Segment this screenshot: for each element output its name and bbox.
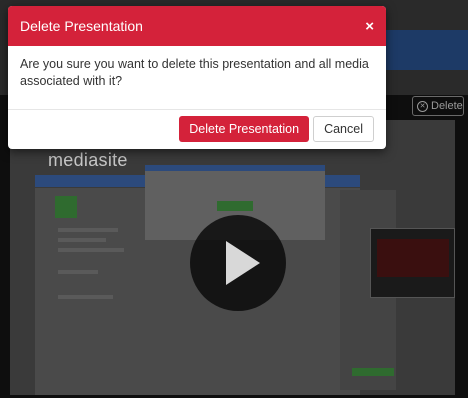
video-avatar — [55, 196, 77, 218]
video-player[interactable]: mediasite — [10, 120, 455, 395]
modal-footer: Delete Presentation Cancel — [8, 110, 386, 148]
video-recorder-window — [370, 228, 455, 298]
video-side-line — [58, 228, 118, 232]
video-mediasite-logo: mediasite — [48, 150, 128, 170]
delete-presentation-modal: Delete Presentation × Are you sure you w… — [8, 6, 386, 149]
modal-header: Delete Presentation × — [8, 6, 386, 46]
video-side-line — [58, 238, 106, 242]
background-header-bar — [380, 30, 468, 70]
delete-circle-icon: ✕ — [417, 100, 428, 112]
background-delete-button: ✕ Delete — [412, 96, 464, 116]
video-side-line — [58, 295, 113, 299]
video-recorder-warning — [377, 239, 449, 277]
play-button[interactable] — [190, 215, 286, 311]
modal-title: Delete Presentation — [20, 18, 143, 34]
play-icon — [226, 241, 260, 285]
video-side-line — [58, 270, 98, 274]
modal-message: Are you sure you want to delete this pre… — [20, 57, 369, 88]
delete-presentation-button[interactable]: Delete Presentation — [179, 116, 310, 142]
background-delete-label: Delete — [431, 100, 463, 112]
close-icon[interactable]: × — [365, 19, 374, 34]
video-green-button — [352, 368, 394, 376]
modal-body: Are you sure you want to delete this pre… — [8, 46, 386, 110]
cancel-button[interactable]: Cancel — [313, 116, 374, 142]
video-side-line — [58, 248, 124, 252]
video-inner-button — [217, 201, 253, 211]
